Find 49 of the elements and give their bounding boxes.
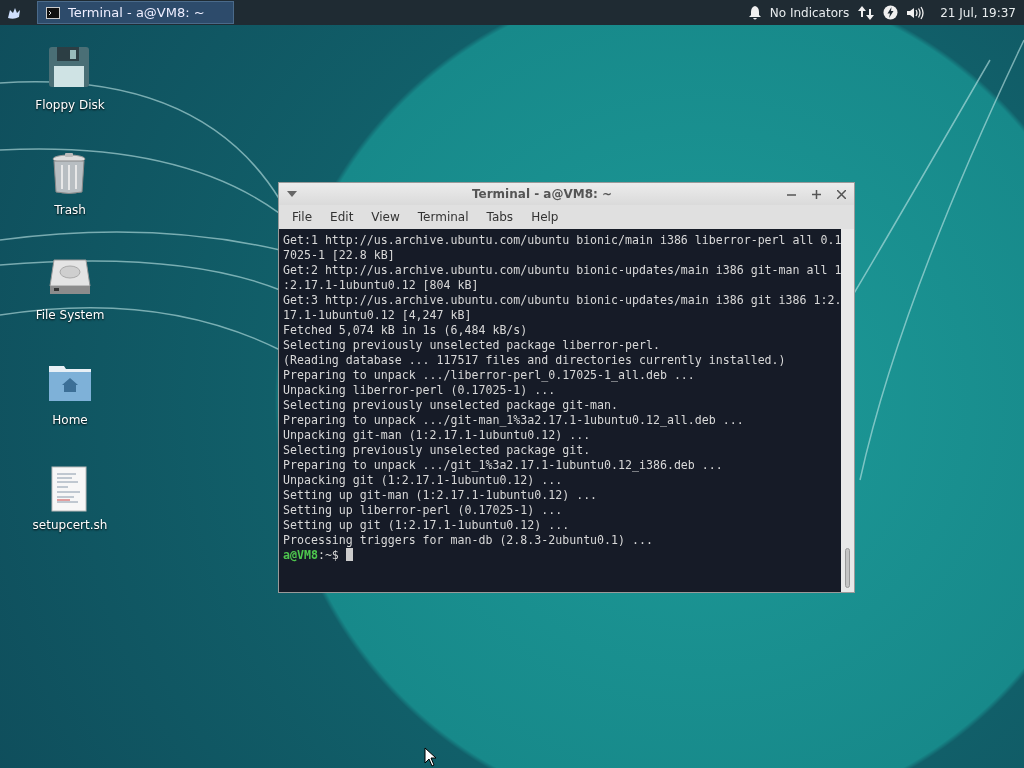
terminal-line: Unpacking git-man (1:2.17.1-1ubuntu0.12) ... bbox=[283, 428, 592, 443]
power-icon[interactable] bbox=[883, 5, 899, 20]
menu-item[interactable]: Terminal bbox=[408, 206, 478, 228]
indicator-label: No Indicators bbox=[769, 4, 850, 22]
terminal-line: Get:1 http://us.archive.ubuntu.com/ubuntu bionic/main i386 liberror-perl all 0.1 bbox=[283, 233, 842, 248]
desktop-icon-label[interactable]: Home bbox=[52, 411, 88, 429]
desktop-icon-label[interactable]: setupcert.sh bbox=[32, 516, 108, 534]
window-menu-caret-icon[interactable] bbox=[287, 191, 297, 197]
scrollbar-thumb[interactable] bbox=[845, 548, 850, 588]
terminal-line: Fetched 5,074 kB in 1s (6,484 kB/s) bbox=[283, 323, 529, 338]
menu-item[interactable]: Tabs bbox=[477, 206, 523, 228]
menu-item[interactable]: View bbox=[362, 206, 409, 228]
terminal-line: Unpacking git (1:2.17.1-1ubuntu0.12) ... bbox=[283, 473, 564, 488]
terminal-line: Setting up liberror-perl (0.17025-1) ... bbox=[283, 503, 564, 518]
terminal-line: :2.17.1-1ubuntu0.12 [804 kB] bbox=[283, 278, 480, 293]
terminal-line: (Reading database ... 117517 files and directories currently installed.) bbox=[283, 353, 787, 368]
prompt-path: :~$ bbox=[317, 548, 339, 562]
maximize-icon[interactable] bbox=[812, 189, 821, 199]
window-title: Terminal - a@VM8: ~ bbox=[470, 186, 614, 203]
terminal-line: 17.1-1ubuntu0.12 [4,247 kB] bbox=[283, 308, 473, 323]
terminal-line: Preparing to unpack .../git-man_1%3a2.17.1-1ubuntu0.12_all.deb ... bbox=[283, 413, 745, 428]
terminal-line: Unpacking liberror-perl (0.17025-1) ... bbox=[283, 383, 557, 398]
terminal-line: Selecting previously unselected package git. bbox=[283, 443, 592, 458]
desktop-icon-label[interactable]: File System bbox=[35, 306, 105, 324]
mouse-pointer-icon bbox=[424, 747, 437, 767]
menu-item[interactable]: Help bbox=[522, 206, 568, 228]
terminal-line: Setting up git-man (1:2.17.1-1ubuntu0.12) ... bbox=[283, 488, 599, 503]
notification-bell-icon[interactable] bbox=[747, 5, 762, 20]
scrollbar[interactable] bbox=[841, 229, 854, 592]
terminal-line: Preparing to unpack .../git_1%3a2.17.1-1ubuntu0.12_i386.deb ... bbox=[283, 458, 724, 473]
close-icon[interactable] bbox=[837, 189, 846, 199]
panel-clock[interactable]: 21 Jul, 19:37 bbox=[940, 3, 1016, 22]
volume-icon[interactable] bbox=[906, 5, 925, 20]
terminal-line: Selecting previously unselected package git-man. bbox=[283, 398, 620, 413]
menu-item[interactable]: File bbox=[283, 206, 322, 228]
terminal-line: Get:3 http://us.archive.ubuntu.com/ubuntu bionic-updates/main i386 git i386 1:2. bbox=[283, 293, 842, 308]
terminal-line: Processing triggers for man-db (2.8.3-2ubuntu0.1) ... bbox=[283, 533, 654, 548]
menu-item[interactable]: Edit bbox=[321, 206, 363, 228]
taskbar-button[interactable]: Terminal - a@VM8: ~ bbox=[37, 1, 234, 24]
terminal-line: Selecting previously unselected package liberror-perl. bbox=[283, 338, 661, 353]
terminal-line: 7025-1 [22.8 kB] bbox=[283, 248, 396, 263]
terminal-line: Preparing to unpack .../liberror-perl_0.17025-1_all.deb ... bbox=[283, 368, 696, 383]
prompt-user: a@VM8 bbox=[283, 548, 318, 562]
terminal-icon bbox=[46, 6, 60, 19]
desktop-icon-label[interactable]: Trash bbox=[54, 201, 86, 219]
desktop-icon-label[interactable]: Floppy Disk bbox=[35, 96, 105, 114]
text-cursor bbox=[345, 548, 353, 561]
terminal-line: Get:2 http://us.archive.ubuntu.com/ubuntu bionic-updates/main i386 git-man all 1 bbox=[283, 263, 842, 278]
terminal-line: Setting up git (1:2.17.1-1ubuntu0.12) ... bbox=[283, 518, 571, 533]
